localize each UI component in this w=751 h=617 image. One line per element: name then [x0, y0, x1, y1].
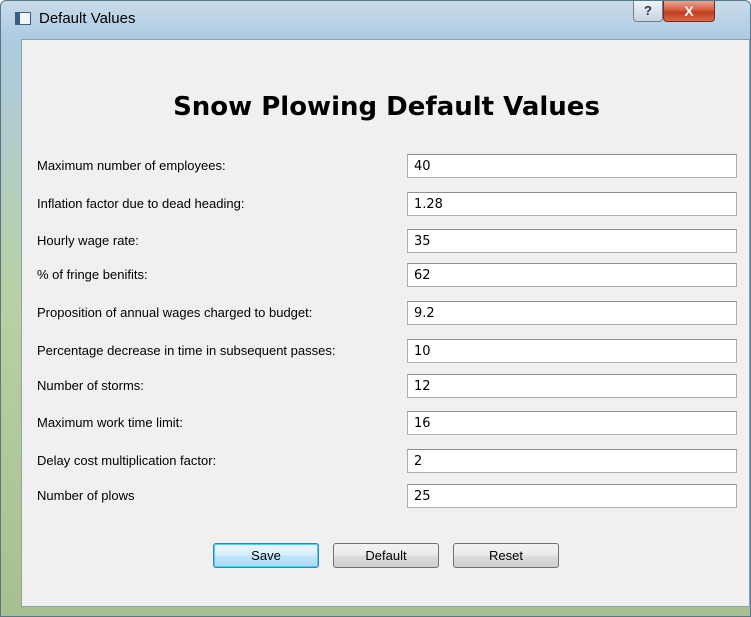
help-button[interactable]: ? [633, 1, 663, 22]
time-decrease-field[interactable] [407, 339, 737, 363]
label-max-work-time: Maximum work time limit: [37, 415, 183, 430]
label-number-of-storms: Number of storms: [37, 378, 144, 393]
label-time-decrease: Percentage decrease in time in subsequen… [37, 343, 336, 358]
label-number-of-plows: Number of plows [37, 488, 135, 503]
fringe-benefits-field[interactable] [407, 263, 737, 287]
label-annual-wages-proportion: Proposition of annual wages charged to b… [37, 305, 313, 320]
number-of-plows-field[interactable] [407, 484, 737, 508]
number-of-storms-field[interactable] [407, 374, 737, 398]
reset-button[interactable]: Reset [453, 543, 559, 568]
window-title: Default Values [39, 10, 136, 27]
max-work-time-field[interactable] [407, 411, 737, 435]
label-delay-cost-factor: Delay cost multiplication factor: [37, 453, 217, 468]
annual-wages-proportion-field[interactable] [407, 301, 737, 325]
default-button[interactable]: Default [333, 543, 439, 568]
window-icon[interactable] [15, 12, 31, 25]
title-bar[interactable]: Default Values ? X [1, 1, 750, 37]
delay-cost-factor-field[interactable] [407, 449, 737, 473]
label-hourly-wage: Hourly wage rate: [37, 233, 139, 248]
close-button[interactable]: X [663, 1, 715, 22]
label-inflation-factor: Inflation factor due to dead heading: [37, 196, 245, 211]
dialog-window: Default Values ? X Snow Plowing Default … [0, 0, 751, 617]
hourly-wage-field[interactable] [407, 229, 737, 253]
dialog-body: Snow Plowing Default Values Maximum numb… [21, 39, 750, 607]
save-button[interactable]: Save [213, 543, 319, 568]
label-max-employees: Maximum number of employees: [37, 158, 226, 173]
label-fringe-benefits: % of fringe benifits: [37, 267, 148, 282]
inflation-factor-field[interactable] [407, 192, 737, 216]
max-employees-field[interactable] [407, 154, 737, 178]
page-title: Snow Plowing Default Values [173, 92, 600, 122]
